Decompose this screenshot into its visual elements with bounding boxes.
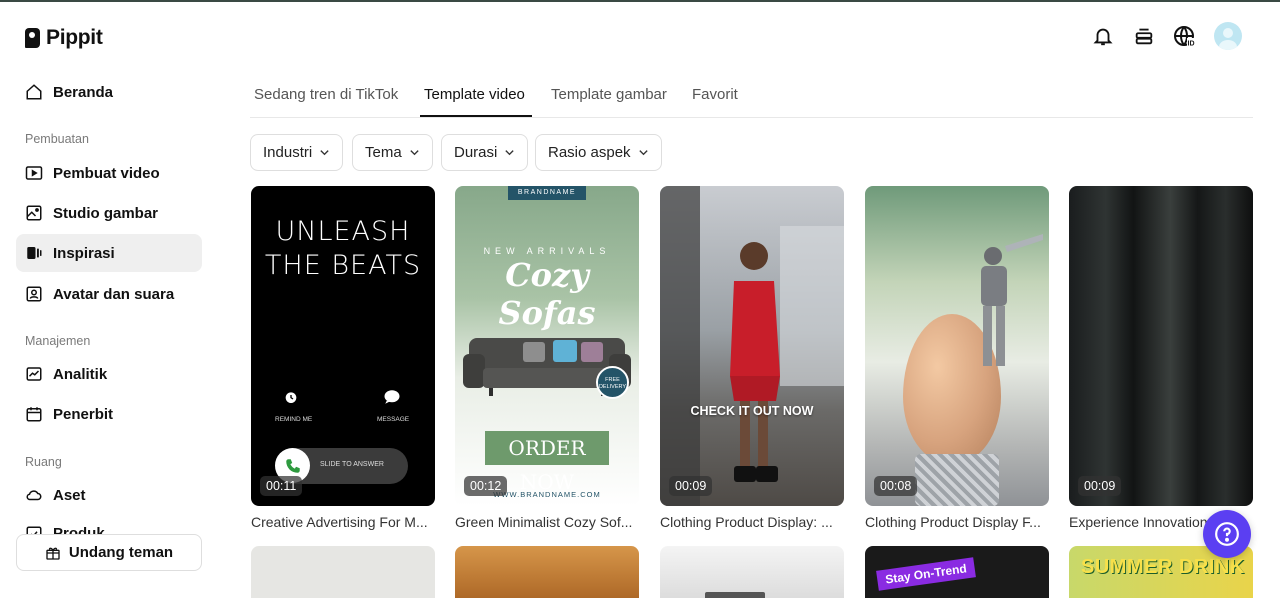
filter-label: Industri [263,144,313,161]
template-thumbnail[interactable] [660,546,844,598]
sidebar-item-label: Beranda [53,83,114,101]
stack-icon[interactable] [1132,24,1156,48]
tab-bar: Sedang tren di TikTok Template video Tem… [250,80,1253,118]
tab-trending-tiktok[interactable]: Sedang tren di TikTok [254,86,398,103]
sidebar-item-assets[interactable]: Aset [16,476,202,514]
sidebar-item-label: Inspirasi [53,244,115,262]
template-thumbnail[interactable] [251,546,435,598]
video-plus-icon [25,166,43,180]
sidebar-item-video-maker[interactable]: Pembuat video [16,154,202,192]
svg-text:ID: ID [1188,41,1195,48]
duration-badge: 00:09 [669,476,713,496]
globe-id-icon[interactable]: ID [1173,24,1197,48]
inspiration-icon [27,247,42,259]
sidebar-item-avatar-voice[interactable]: Avatar dan suara [16,275,202,313]
sidebar-item-label: Aset [53,486,86,504]
home-icon [26,84,42,100]
figurine-image [981,234,1043,366]
sidebar-item-label: Analitik [53,365,108,383]
overlay-text: REMIND ME [275,416,313,423]
overlay-text: ORDER NOW [485,431,609,494]
chevron-down-icon [638,150,648,156]
avatar-voice-icon [26,286,42,302]
filter-label: Durasi [454,144,498,161]
template-title[interactable]: Clothing Product Display: ... [660,514,844,530]
overlay-text: MESSAGE [377,416,410,423]
duration-badge: 00:09 [1078,476,1122,496]
overlay-text: CHECK IT OUT NOW [690,404,814,418]
tab-image-templates[interactable]: Template gambar [551,86,667,103]
filter-industry[interactable]: Industri [250,134,344,171]
overlay-text: BRANDNAME [508,186,586,200]
sidebar-item-inspiration[interactable]: Inspirasi [16,234,202,272]
duration-badge: 00:11 [260,476,303,496]
template-title[interactable]: Green Minimalist Cozy Sof... [455,514,639,530]
help-button[interactable] [1203,510,1251,558]
sidebar: Pippit Beranda Pembuatan Pembuat video S… [0,0,218,598]
overlay-text: FREE DELIVERY [596,366,629,399]
template-thumbnail[interactable]: Stay On-Trend [865,546,1049,598]
bell-icon[interactable] [1091,24,1115,48]
template-title[interactable]: Creative Advertising For M... [251,514,435,530]
analytics-icon [26,367,42,381]
duration-badge: 00:08 [874,476,918,496]
top-toolbar: ID [1091,22,1242,50]
calendar-icon [26,407,42,422]
sidebar-item-home[interactable]: Beranda [16,73,202,111]
tab-favorites[interactable]: Favorit [692,86,738,103]
cloud-icon [26,490,42,501]
phone-icon [285,458,300,473]
filter-label: Rasio aspek [548,144,631,161]
overlay-text: SLIDE TO ANSWER [320,461,384,468]
overlay-text: THE BEATS [264,250,422,281]
sidebar-item-image-studio[interactable]: Studio gambar [16,194,202,232]
sidebar-item-label: Penerbit [53,405,114,423]
sidebar-item-label: Pembuat video [53,164,160,182]
template-thumbnail[interactable]: 00:09 [1069,186,1253,506]
sidebar-item-label: Avatar dan suara [53,285,175,303]
sidebar-item-label: Studio gambar [53,204,159,222]
tab-video-templates[interactable]: Template video [424,86,525,103]
avatar[interactable] [1214,22,1242,50]
filter-duration[interactable]: Durasi [441,134,529,171]
duration-badge: 00:12 [464,476,508,496]
sidebar-item-publisher[interactable]: Penerbit [16,395,202,433]
active-tab-indicator [420,115,532,117]
logo-text: Pippit [46,26,103,49]
filter-aspect-ratio[interactable]: Rasio aspek [535,134,662,171]
invite-label: Undang teman [68,544,174,561]
chevron-down-icon [320,150,329,156]
foil-image [915,454,999,506]
chevron-down-icon [505,150,515,156]
section-label-space: Ruang [25,455,62,469]
sidebar-item-analytics[interactable]: Analitik [16,355,202,393]
alarm-icon [285,392,297,403]
product-shape [705,592,765,598]
template-thumbnail[interactable] [455,546,639,598]
chevron-down-icon [410,150,419,156]
message-icon [384,390,400,404]
image-edit-icon [26,205,42,221]
section-label-creation: Pembuatan [25,132,89,146]
overlay-text: UNLEASH [275,216,411,247]
overlay-text: SUMMER DRINK [1081,556,1245,578]
template-thumbnail[interactable]: 00:08 [865,186,1049,506]
section-label-management: Manajemen [25,334,91,348]
model-photo [660,186,844,506]
gift-icon [46,547,60,560]
template-thumbnail[interactable]: UNLEASH THE BEATS REMIND ME MESSAGE SLID… [251,186,435,506]
logo-icon [25,28,40,48]
filter-label: Tema [365,144,402,161]
question-icon [1215,522,1239,546]
filter-theme[interactable]: Tema [352,134,433,171]
logo[interactable]: Pippit [25,26,103,50]
template-thumbnail[interactable]: BRANDNAME NEW ARRIVALS Cozy Sofas FREE D… [455,186,639,506]
invite-friends-button[interactable]: Undang teman [16,534,202,571]
overlay-text: NEW ARRIVALS [483,246,611,256]
overlay-text: Stay On-Trend [876,557,976,591]
overlay-text: Cozy Sofas [498,256,596,332]
template-title[interactable]: Clothing Product Display F... [865,514,1049,530]
template-thumbnail[interactable]: CHECK IT OUT NOW 00:09 [660,186,844,506]
